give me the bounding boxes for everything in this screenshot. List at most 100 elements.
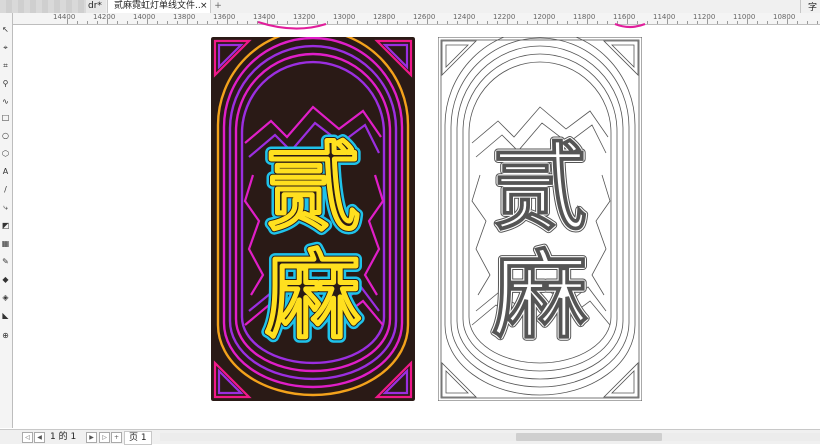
ruler-label: 14200 [93,13,116,21]
line-art-panel[interactable]: 贰 贰 贰 麻 麻 麻 [438,30,642,401]
blend-tool-icon[interactable]: ◩ [0,221,11,231]
ruler-tick [437,21,438,24]
freehand-tool-icon[interactable]: ∿ [0,97,11,107]
ruler-tick [647,21,648,24]
vertical-ruler-toolbox: ↖ ⌖ ⌗ ⚲ ∿ □ ○ ⬡ A / ⤷ ◩ ▦ ✎ ◆ ◈ ◣ ⊕ [0,13,13,428]
ruler-label: 13800 [173,13,196,21]
connector-tool-icon[interactable]: ⤷ [0,203,11,213]
ruler-tick [227,19,228,24]
line-art-glyphs: 贰 贰 贰 麻 麻 麻 [490,130,591,355]
interactive-fill-icon[interactable]: ◆ [0,275,11,285]
horizontal-ruler[interactable]: 14400 14200 14000 13800 13600 13400 13200 13000… [12,13,820,25]
ruler-label: 11600 [613,13,636,21]
ruler-tick [667,19,668,24]
ruler-label: 13200 [293,13,316,21]
ruler-tick [287,21,288,24]
ruler-tick [707,19,708,24]
add-tab-icon[interactable]: + [212,0,224,13]
ruler-label: 13000 [333,13,356,21]
ellipse-tool-icon[interactable]: ○ [0,131,11,141]
ruler-label: 14000 [133,13,156,21]
ruler-tick [87,21,88,24]
tab-dr[interactable]: dr* [86,0,106,13]
ruler-tick [587,19,588,24]
ruler-tick [727,21,728,24]
ruler-tick [377,21,378,24]
ruler-label: 11200 [693,13,716,21]
neon-glyphs: 贰 贰 贰 麻 麻 麻 [261,128,366,357]
eyedropper-tool-icon[interactable]: ✎ [0,257,11,267]
drawing-canvas[interactable]: 贰 贰 贰 麻 麻 麻 贰 贰 贰 麻 麻 麻 [13,25,820,429]
ruler-tick [217,21,218,24]
parallel-tool-icon[interactable]: / [0,185,11,195]
ruler-tick [297,21,298,24]
ruler-tick [497,21,498,24]
zoom-tool-icon[interactable]: ⚲ [0,79,11,89]
ruler-tick [237,21,238,24]
ruler-label: 10800 [773,13,796,21]
ruler-tick [187,19,188,24]
ruler-label: 14400 [53,13,76,21]
ruler-tick [257,21,258,24]
ruler-label: 13600 [213,13,236,21]
ruler-tick [557,21,558,24]
page-first-icon[interactable]: ◁ [22,432,33,443]
pick-tool-icon[interactable]: ↖ [0,25,11,35]
ruler-label: 11000 [733,13,756,21]
ruler-tick [267,19,268,24]
ruler-tick [597,21,598,24]
rectangle-tool-icon[interactable]: □ [0,113,11,123]
crop-tool-icon[interactable]: ⌗ [0,61,11,71]
ruler-tick [737,21,738,24]
ruler-tick [477,21,478,24]
ruler-tick [697,21,698,24]
outline-pen-icon[interactable]: ◣ [0,311,11,321]
ruler-tick [487,21,488,24]
tab-neon-file[interactable]: 贰麻霓虹灯单线文件... [107,0,211,13]
ruler-tick [467,19,468,24]
ruler-tick [147,19,148,24]
svg-text:麻: 麻 [265,240,361,352]
ruler-tick [117,21,118,24]
neon-color-panel[interactable]: 贰 贰 贰 麻 麻 麻 [211,30,415,401]
ruler-tick [97,21,98,24]
smart-fill-icon[interactable]: ◈ [0,293,11,303]
ruler-tick [577,21,578,24]
ruler-tick [657,21,658,24]
horizontal-scrollbar-track[interactable] [160,433,820,441]
ruler-tick [687,21,688,24]
ruler-tick [787,19,788,24]
svg-text:麻: 麻 [492,240,588,352]
ruler-tick [67,19,68,24]
add-tool-icon[interactable]: ⊕ [0,331,11,341]
page-next-icon[interactable]: ▶ [86,432,97,443]
ruler-tick [197,21,198,24]
ruler-tick [777,21,778,24]
ruler-tick [177,21,178,24]
transparency-tool-icon[interactable]: ▦ [0,239,11,249]
ruler-tick [277,21,278,24]
ruler-tick [427,19,428,24]
svg-text:贰: 贰 [492,132,588,244]
ruler-label: 12200 [493,13,516,21]
ruler-tick [627,19,628,24]
text-tool-icon[interactable]: A [0,167,11,177]
polygon-tool-icon[interactable]: ⬡ [0,149,11,159]
page-prev-icon[interactable]: ◀ [34,432,45,443]
add-page-icon[interactable]: + [111,432,122,443]
close-tab-icon[interactable]: × [200,0,210,13]
ruler-tick [367,21,368,24]
ruler-tick [167,21,168,24]
shape-tool-icon[interactable]: ⌖ [0,43,11,53]
ruler-tick [817,21,818,24]
svg-text:贰: 贰 [265,132,361,244]
artwork-svg: 贰 贰 贰 麻 麻 麻 贰 贰 贰 麻 麻 麻 [211,30,642,401]
ruler-tick [347,19,348,24]
blurred-tab[interactable] [0,0,86,13]
horizontal-scrollbar-thumb[interactable] [516,433,662,441]
ruler-tick [357,21,358,24]
ruler-label: 12600 [413,13,436,21]
ruler-tick [767,21,768,24]
page-last-icon[interactable]: ▷ [99,432,110,443]
ruler-tick [317,21,318,24]
